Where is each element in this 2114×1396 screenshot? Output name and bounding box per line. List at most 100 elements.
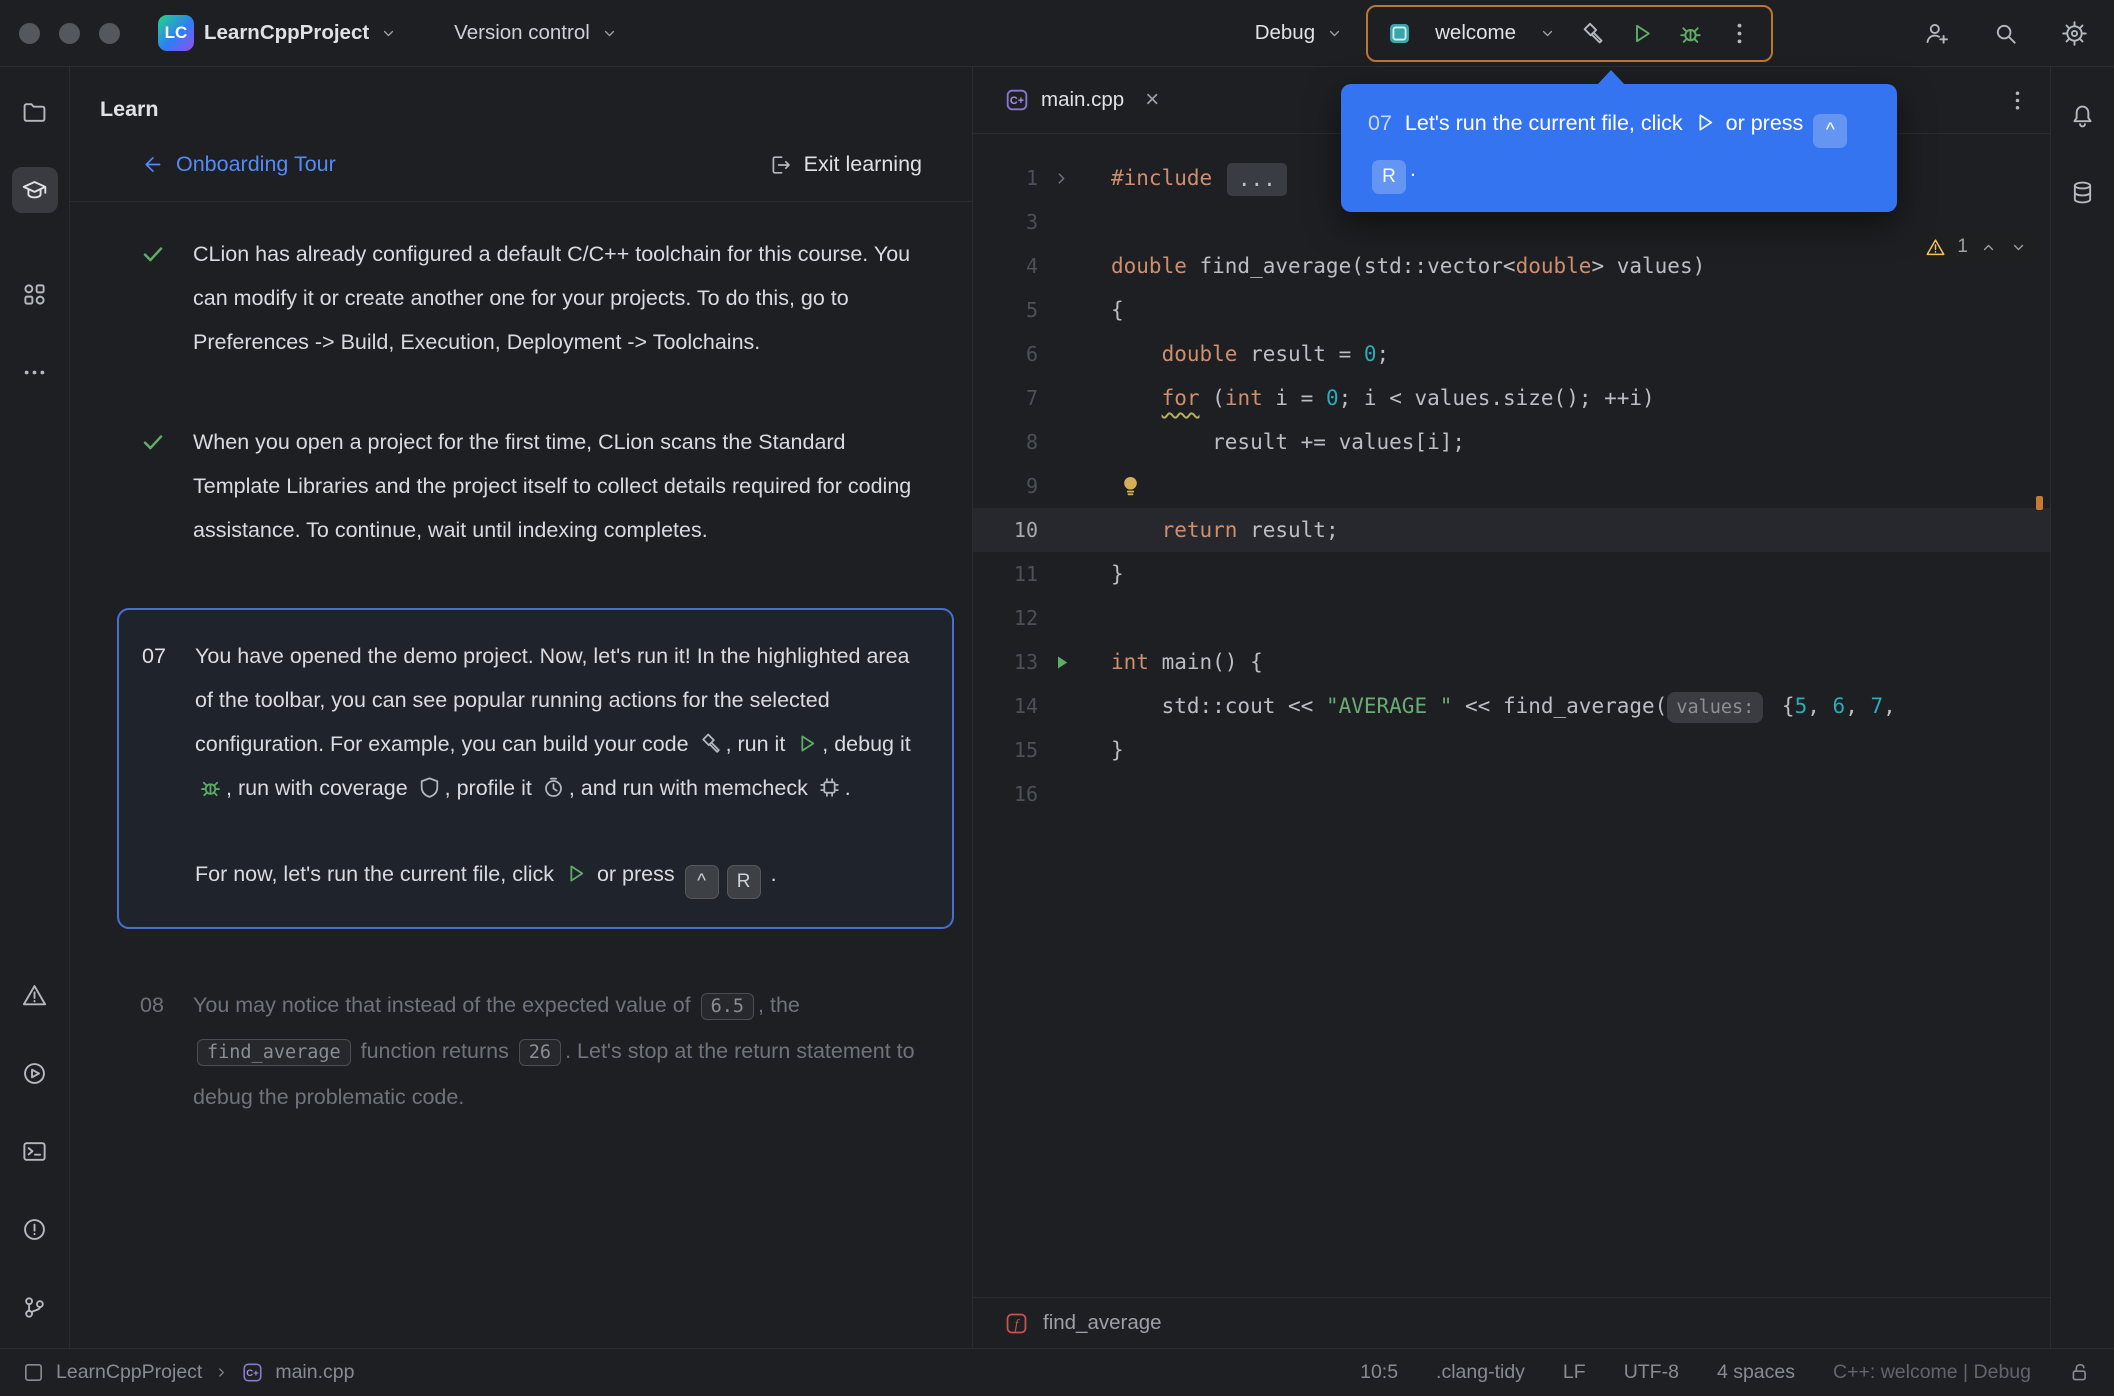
zoom-window-button[interactable]	[99, 23, 120, 44]
notifications-tool-button[interactable]	[2060, 93, 2106, 139]
code-line[interactable]: 4double find_average(std::vector<double>…	[973, 244, 2050, 288]
project-widget[interactable]: LC LearnCppProject	[158, 15, 398, 51]
editor-options-kebab-icon[interactable]	[2005, 88, 2030, 113]
code-editor[interactable]: 1#include ...34double find_average(std::…	[973, 134, 2050, 1297]
code-text: }	[1084, 728, 1124, 772]
problems-tool-button[interactable]	[12, 972, 58, 1018]
line-number[interactable]: 7	[973, 376, 1038, 420]
database-tool-button[interactable]	[2060, 169, 2106, 215]
inspections-tool-button[interactable]	[12, 1206, 58, 1252]
code-line[interactable]: 6 double result = 0;	[973, 332, 2050, 376]
run-config-name[interactable]: welcome	[1435, 21, 1516, 45]
onboarding-tour-back-link[interactable]: Onboarding Tour	[140, 152, 336, 177]
search-icon[interactable]	[1992, 20, 2019, 47]
learn-tool-button[interactable]	[12, 167, 58, 213]
status-file-name[interactable]: main.cpp	[275, 1361, 354, 1384]
debug-mode-selector[interactable]: Debug	[1255, 21, 1344, 45]
chevron-down-icon[interactable]	[1538, 24, 1557, 43]
run-button[interactable]	[1628, 20, 1655, 47]
line-number[interactable]: 5	[973, 288, 1038, 332]
code-area: 1#include ...34double find_average(std::…	[973, 156, 2050, 816]
code-line[interactable]: 7 for (int i = 0; i < values.size(); ++i…	[973, 376, 2050, 420]
line-number[interactable]: 4	[973, 244, 1038, 288]
structure-tool-button[interactable]	[12, 271, 58, 317]
caret-position[interactable]: 10:5	[1360, 1361, 1398, 1384]
minimize-window-button[interactable]	[59, 23, 80, 44]
back-link-label: Onboarding Tour	[176, 152, 336, 177]
gutter-slot	[1038, 684, 1084, 728]
gutter-slot	[1038, 420, 1084, 464]
coverage-icon	[417, 775, 442, 800]
line-ending-label[interactable]: LF	[1563, 1361, 1586, 1384]
code-line[interactable]: 10 return result;	[973, 508, 2050, 552]
run-line-icon[interactable]	[1038, 640, 1084, 684]
close-window-button[interactable]	[19, 23, 40, 44]
onboarding-step: 08You may notice that instead of the exp…	[140, 983, 922, 1119]
check-icon	[140, 241, 166, 267]
code-line[interactable]: 11}	[973, 552, 2050, 596]
line-number[interactable]: 11	[973, 552, 1038, 596]
cpp-file-icon: C+	[241, 1361, 264, 1384]
line-number[interactable]: 1	[973, 156, 1038, 200]
code-line[interactable]: 15}	[973, 728, 2050, 772]
version-control-label: Version control	[454, 21, 590, 45]
terminal-tool-button[interactable]	[12, 1128, 58, 1174]
debug-button[interactable]	[1677, 20, 1704, 47]
line-number[interactable]: 6	[973, 332, 1038, 376]
line-number[interactable]: 12	[973, 596, 1038, 640]
git-tool-button[interactable]	[12, 1284, 58, 1330]
encoding-label[interactable]: UTF-8	[1624, 1361, 1679, 1384]
code-text: std::cout << "AVERAGE " << find_average(…	[1084, 684, 1896, 728]
line-number[interactable]: 14	[973, 684, 1038, 728]
code-line[interactable]: 9	[973, 464, 2050, 508]
run-widget-highlighted: welcome	[1366, 5, 1773, 62]
line-number[interactable]: 9	[973, 464, 1038, 508]
bulb-icon[interactable]	[1117, 472, 1144, 499]
line-number[interactable]: 8	[973, 420, 1038, 464]
code-line[interactable]: 8 result += values[i];	[973, 420, 2050, 464]
line-number[interactable]: 15	[973, 728, 1038, 772]
build-button[interactable]	[1579, 20, 1606, 47]
error-stripe-mark[interactable]	[2036, 496, 2043, 510]
window-controls	[19, 23, 120, 44]
next-problem-chevron-down-icon[interactable]	[2009, 238, 2028, 257]
exit-learning-button[interactable]: Exit learning	[769, 152, 922, 177]
debug-mode-label: Debug	[1255, 21, 1315, 45]
gutter-slot	[1038, 244, 1084, 288]
line-number[interactable]: 16	[973, 772, 1038, 816]
indent-label[interactable]: 4 spaces	[1717, 1361, 1795, 1384]
clion-window: LC LearnCppProject Version control Debug…	[0, 0, 2114, 1396]
breadcrumb-function-name[interactable]: find_average	[1043, 1311, 1162, 1335]
code-chip: find_average	[197, 1039, 351, 1066]
code-line[interactable]: 16	[973, 772, 2050, 816]
code-line[interactable]: 13int main() {	[973, 640, 2050, 684]
version-control-widget[interactable]: Version control	[454, 21, 619, 45]
svg-text:C+: C+	[1010, 95, 1024, 107]
code-line[interactable]: 12	[973, 596, 2050, 640]
services-tool-button[interactable]	[12, 1050, 58, 1096]
left-tool-strip	[0, 67, 70, 1348]
analyzer-label[interactable]: .clang-tidy	[1436, 1361, 1525, 1384]
graduation-cap-icon	[21, 177, 48, 204]
code-line[interactable]: 14 std::cout << "AVERAGE " << find_avera…	[973, 684, 2050, 728]
unlock-icon[interactable]	[2069, 1361, 2092, 1384]
tab-main-cpp[interactable]: C+ main.cpp ×	[1004, 87, 1159, 113]
run-config-icon[interactable]	[1386, 20, 1413, 47]
code-text	[1084, 596, 1111, 640]
close-tab-icon[interactable]: ×	[1145, 88, 1159, 112]
add-user-icon[interactable]	[1923, 20, 1950, 47]
fold-chevron-icon[interactable]	[1038, 156, 1084, 200]
prev-problem-chevron-up-icon[interactable]	[1979, 238, 1998, 257]
more-actions-kebab-icon[interactable]	[1726, 20, 1753, 47]
line-number[interactable]: 3	[973, 200, 1038, 244]
code-line[interactable]: 5{	[973, 288, 2050, 332]
cpp-file-icon: C+	[1004, 87, 1030, 113]
more-tool-windows-button[interactable]	[12, 349, 58, 395]
line-number[interactable]: 13	[973, 640, 1038, 684]
gutter-slot	[1038, 772, 1084, 816]
project-folder-icon[interactable]	[12, 89, 58, 135]
settings-gear-icon[interactable]	[2061, 20, 2088, 47]
build-icon	[698, 731, 723, 756]
line-number[interactable]: 10	[973, 508, 1038, 552]
status-project-name[interactable]: LearnCppProject	[56, 1361, 202, 1384]
